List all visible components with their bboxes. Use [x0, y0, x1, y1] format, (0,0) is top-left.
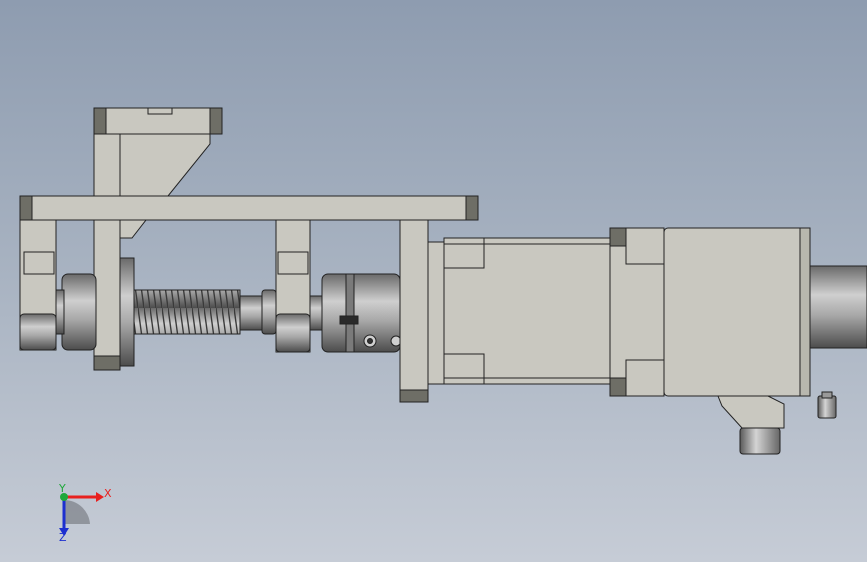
ball-screw — [133, 289, 277, 335]
shaft-coupling — [321, 273, 402, 353]
z-axis-label: Z — [59, 531, 67, 544]
y-axis-label: Y — [58, 482, 66, 495]
coordinate-triad: X Y Z — [58, 482, 112, 544]
cable-connector — [717, 391, 837, 455]
x-axis-label: X — [104, 487, 112, 500]
motor-rear-housing — [663, 227, 867, 397]
motor-flange — [609, 227, 665, 397]
motor-body — [443, 237, 613, 385]
left-end-block — [19, 219, 57, 351]
motor-mount-plate — [399, 219, 445, 403]
assembly-drawing[interactable]: X Y Z — [0, 0, 867, 562]
slider-block — [275, 219, 323, 353]
cad-viewport[interactable]: X Y Z — [0, 0, 867, 562]
